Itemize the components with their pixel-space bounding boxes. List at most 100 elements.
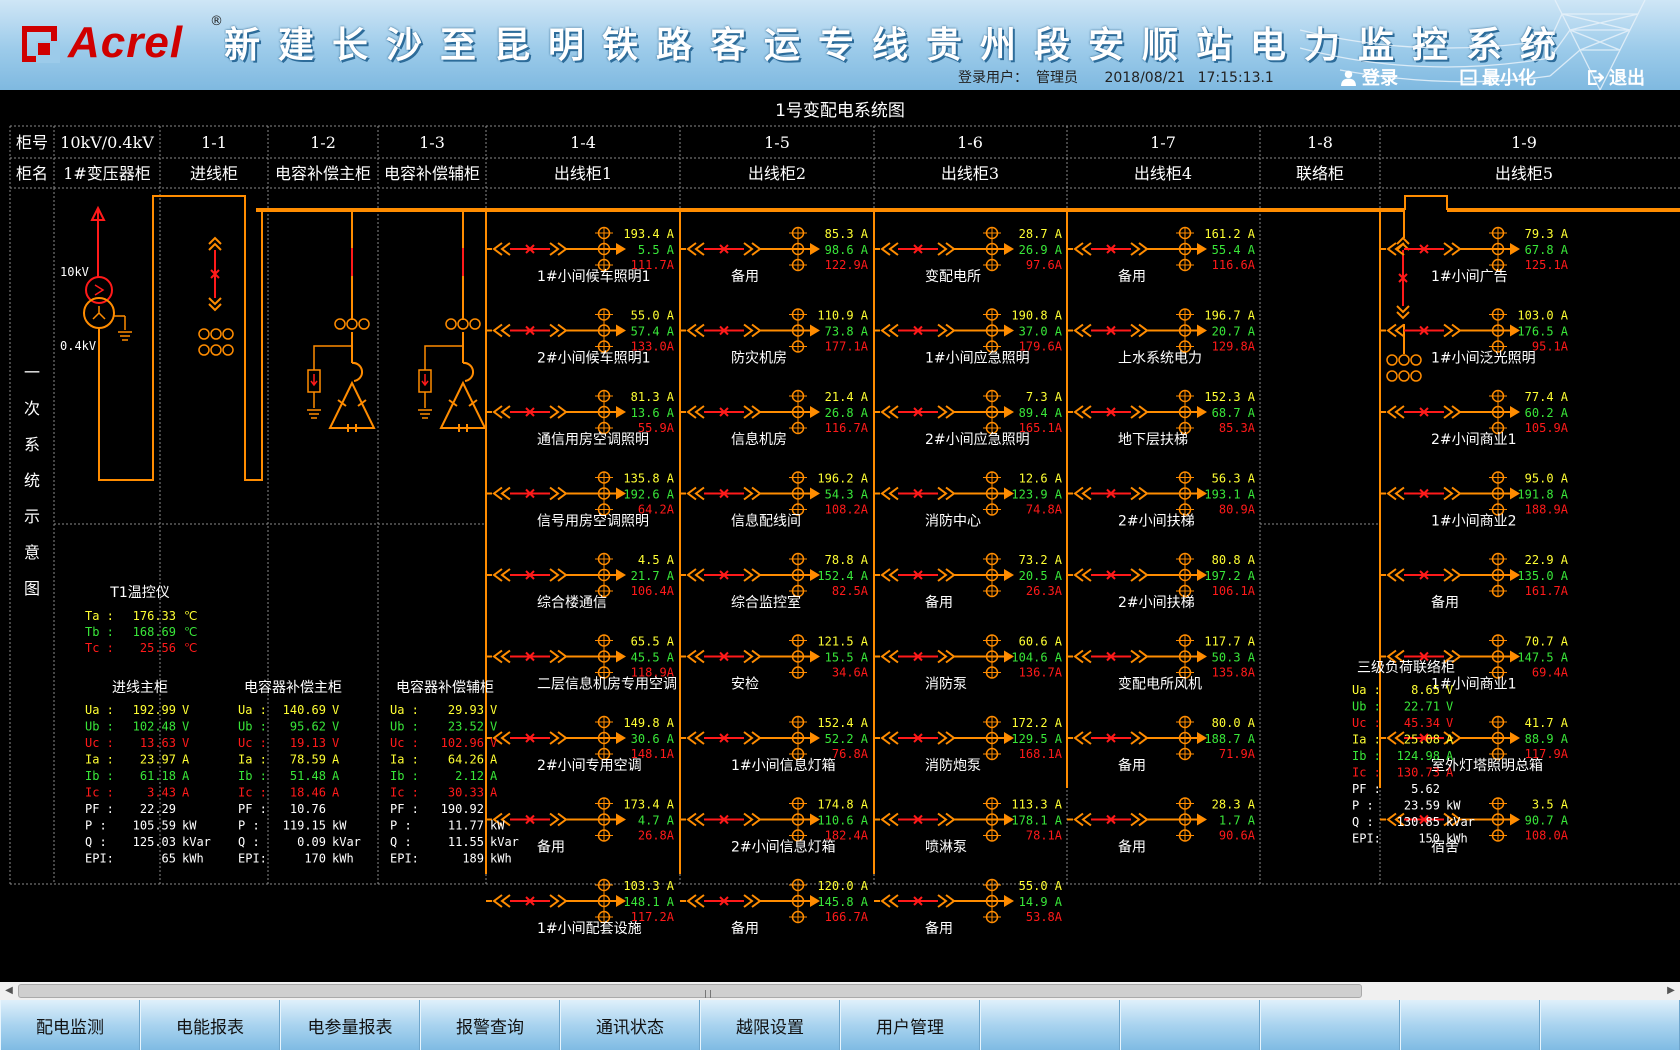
phase-a-current: 78.8 A [825, 553, 869, 567]
login-button-label: 登录 [1362, 68, 1398, 89]
meter-key: Uc : [1352, 716, 1381, 730]
minimize-button[interactable]: 最小化 [1460, 64, 1536, 90]
feeder-3-0[interactable]: 161.2 A 55.4 A116.6A 备用 [1067, 226, 1256, 285]
arrow-right-icon [616, 732, 626, 744]
nav-item-10[interactable] [1400, 1000, 1540, 1050]
phase-a-current: 4.5 A [638, 553, 675, 567]
meter-value: 25.08 [1404, 733, 1440, 747]
meter-key: Ua : [85, 703, 114, 717]
feeder-0-5[interactable]: 65.5 A45.5 A118.9A二层信息机房专用空调 [486, 634, 677, 693]
feeder-0-4[interactable]: 4.5 A 21.7 A106.4A 综合楼通信 [486, 552, 675, 611]
nav-item-3[interactable]: 报警查询 [420, 1000, 560, 1050]
feeder-1-1[interactable]: 110.9 A 73.8 A177.1A 防灾机房 [680, 308, 869, 367]
feeder-ct-icon [789, 715, 807, 761]
feeder-3-5[interactable]: 117.7 A 50.3 A135.8A 变配电所风机 [1067, 634, 1256, 693]
nav-item-6[interactable]: 用户管理 [840, 1000, 980, 1050]
feeder-name: 备用 [537, 839, 565, 856]
feeder-2-5[interactable]: 60.6 A 104.6 A136.7A 消防泵 [874, 634, 1063, 693]
feeder-1-7[interactable]: 174.8 A110.6 A182.4A2#小间信息灯箱 [680, 797, 869, 856]
feeder-ct-icon [1176, 471, 1194, 516]
feeder-2-0[interactable]: 28.7 A 26.9 A97.6A 变配电所 [874, 226, 1063, 285]
nav-item-11[interactable] [1540, 1000, 1680, 1050]
phase-a-current: 41.7 A [1525, 716, 1569, 730]
feeder-4-0[interactable]: 79.3 A 67.8 A125.1A 1#小间广告 [1380, 226, 1569, 285]
feeder-0-0[interactable]: 193.4 A5.5 A111.7A1#小间候车照明1 [486, 226, 675, 285]
feeder-ct-icon [983, 389, 1001, 435]
feeder-3-2[interactable]: 152.3 A 68.7 A85.3A 地下层扶梯 [1067, 389, 1256, 448]
feeder-2-3[interactable]: 12.6 A 123.9 A74.8A 消防中心 [874, 471, 1063, 530]
meter-key: P : [390, 819, 412, 833]
feeder-0-3[interactable]: 135.8 A192.6 A64.2A信号用房空调照明 [486, 471, 675, 530]
feeder-3-7[interactable]: 28.3 A 1.7 A90.6A 备用 [1067, 797, 1256, 856]
scrollbar-thumb[interactable] [18, 984, 1362, 998]
nav-item-9[interactable] [1260, 1000, 1400, 1050]
nav-item-7[interactable] [980, 1000, 1120, 1050]
feeder-3-3[interactable]: 56.3 A 193.1 A80.9A 2#小间扶梯 [1067, 471, 1256, 530]
phase-b-current: 5.5 A [638, 243, 675, 257]
meter-key: Uc : [85, 736, 114, 750]
phase-b-current: 90.7 A [1525, 814, 1569, 828]
feeder-ct-icon [1489, 308, 1507, 353]
meter-unit: V [182, 736, 189, 750]
feeder-2-8[interactable]: 55.0 A 14.9 A53.8A 备用 [874, 878, 1063, 937]
feeder-1-6[interactable]: 152.4 A 52.2 A76.8A1#小间信息灯箱 [680, 715, 869, 774]
scroll-right-arrow-icon[interactable]: ▶ [1664, 985, 1678, 997]
horizontal-scrollbar[interactable]: ◀ ▶ [0, 982, 1680, 1000]
feeder-2-6[interactable]: 172.2 A 129.5 A168.1A 消防炮泵 [874, 715, 1063, 774]
phase-c-current: 78.1A [1026, 829, 1063, 843]
feeder-2-4[interactable]: 73.2 A 20.5 A26.3A 备用 [874, 552, 1063, 611]
feeder-1-8[interactable]: 120.0 A 145.8 A166.7A 备用 [680, 878, 869, 937]
login-button[interactable]: 登录 [1340, 64, 1398, 90]
feeder-2-2[interactable]: 7.3 A89.4 A165.1A2#小间应急照明 [874, 389, 1063, 448]
side-label-char: 一 [24, 363, 40, 382]
phase-b-current: 20.5 A [1019, 569, 1063, 583]
feeder-4-4[interactable]: 22.9 A 135.0 A161.7A 备用 [1380, 552, 1569, 611]
meter-key: Ua : [1352, 683, 1381, 697]
feeder-0-6[interactable]: 149.8 A30.6 A148.1A2#小间专用空调 [486, 715, 675, 774]
feeder-4-2[interactable]: 77.4 A 60.2 A105.9A 2#小间商业1 [1380, 389, 1569, 448]
feeder-3-1[interactable]: 196.7 A 20.7 A129.8A 上水系统电力 [1067, 308, 1256, 367]
feeder-1-5[interactable]: 121.5 A 15.5 A34.6A 安检 [680, 634, 869, 693]
phase-a-current: 56.3 A [1212, 472, 1256, 486]
nav-item-1[interactable]: 电能报表 [140, 1000, 280, 1050]
nav-item-8[interactable] [1120, 1000, 1260, 1050]
meter-unit: A [332, 769, 340, 783]
feeder-ct-icon [789, 634, 807, 679]
feeder-0-1[interactable]: 55.0 A57.4 A133.0A2#小间候车照明1 [486, 308, 675, 367]
nav-item-4[interactable]: 通讯状态 [560, 1000, 700, 1050]
feeder-1-2[interactable]: 21.4 A 26.8 A116.7A 信息机房 [680, 389, 869, 448]
meter-key: Ic : [1352, 766, 1381, 780]
feeder-3-4[interactable]: 80.8 A 197.2 A106.1A 2#小间扶梯 [1067, 552, 1256, 611]
incoming-feeder-loop [98, 195, 263, 481]
exit-button[interactable]: 退出 [1587, 64, 1645, 90]
scroll-left-arrow-icon[interactable]: ◀ [2, 985, 16, 997]
phase-a-current: 60.6 A [1019, 635, 1063, 649]
incoming-breaker[interactable] [208, 236, 222, 312]
nav-item-0[interactable]: 配电监测 [0, 1000, 140, 1050]
feeder-3-6[interactable]: 80.0 A 188.7 A71.9A 备用 [1067, 715, 1256, 774]
meter-unit: A [332, 753, 340, 767]
meter-unit: A [490, 786, 498, 800]
phase-c-current: 26.8A [638, 829, 675, 843]
feeder-ct-icon [595, 634, 613, 679]
feeder-1-4[interactable]: 78.8 A 152.4 A82.5A 综合监控室 [680, 552, 869, 611]
meter-value: 19.13 [290, 736, 326, 750]
column-number: 10kV/0.4kV [60, 133, 154, 152]
meter-key: Ub : [238, 720, 267, 734]
phase-c-current: 95.1A [1532, 340, 1569, 354]
phase-b-current: 73.8 A [825, 325, 869, 339]
nav-item-2[interactable]: 电参量报表 [280, 1000, 420, 1050]
chevron-left-icon [686, 242, 705, 256]
meter-unit: V [332, 720, 339, 734]
phase-b-current: 4.7 A [638, 814, 675, 828]
nav-item-5[interactable]: 越限设置 [700, 1000, 840, 1050]
column-number: 1-1 [201, 133, 227, 152]
feeder-0-2[interactable]: 81.3 A13.6 A55.9A通信用房空调照明 [486, 389, 675, 448]
feeder-0-8[interactable]: 103.3 A148.1 A117.2A1#小间配套设施 [486, 878, 675, 937]
chevron-left-icon [686, 649, 705, 664]
feeder-1-0[interactable]: 85.3 A 98.6 A122.9A 备用 [680, 226, 869, 285]
feeder-1-3[interactable]: 196.2 A 54.3 A108.2A 信息配线间 [680, 471, 869, 530]
feeder-2-7[interactable]: 113.3 A 178.1 A78.1A 喷淋泵 [874, 797, 1063, 856]
feeder-4-3[interactable]: 95.0 A 191.8 A188.9A 1#小间商业2 [1380, 471, 1569, 530]
feeder-2-1[interactable]: 190.8 A37.0 A179.6A1#小间应急照明 [874, 308, 1063, 367]
